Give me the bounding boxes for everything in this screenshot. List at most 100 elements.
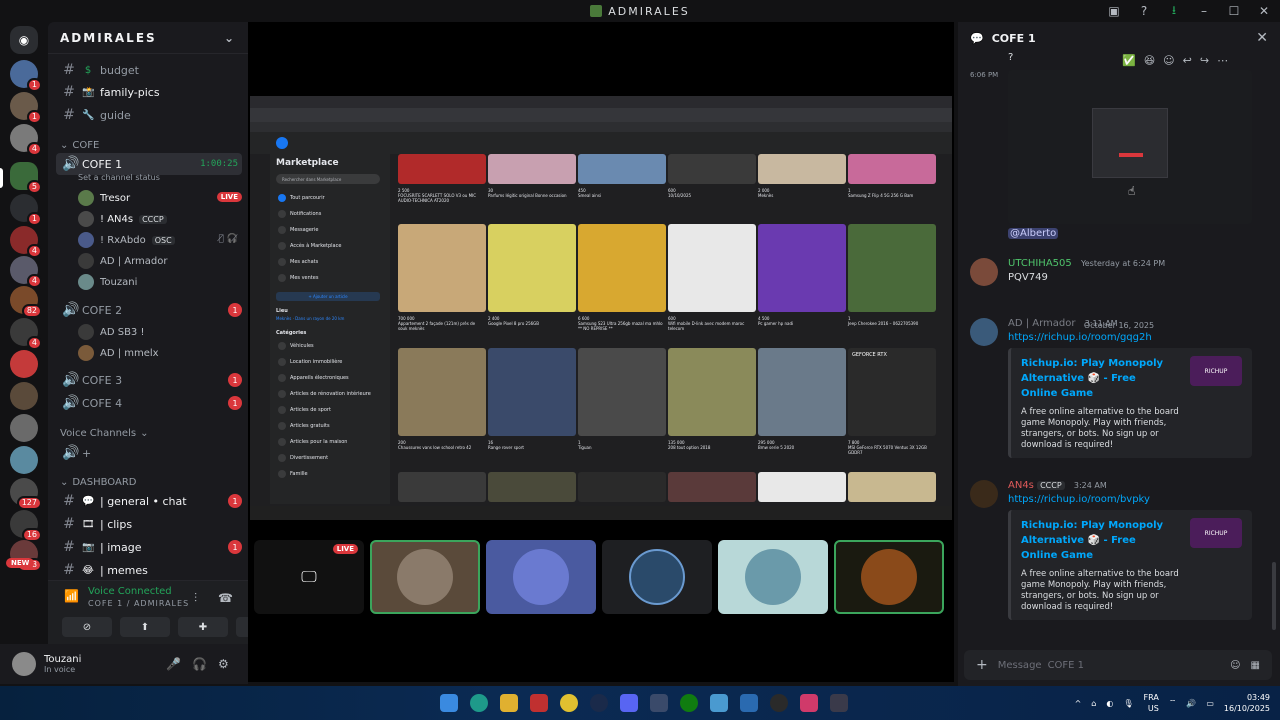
message-composer[interactable]: + Message COFE 1 ☺ ▦: [964, 650, 1272, 680]
channel-family-pics[interactable]: # 📸 family-pics: [56, 81, 242, 103]
shared-screen[interactable]: Marketplace Rechercher dans Marketplace …: [250, 96, 952, 520]
edge-icon[interactable]: [470, 694, 488, 712]
more-icon[interactable]: ⋯: [1217, 54, 1228, 67]
discord-icon[interactable]: [620, 694, 638, 712]
download-icon[interactable]: ⭳: [1166, 3, 1182, 19]
participant-tile[interactable]: [602, 540, 712, 614]
mail-icon[interactable]: [740, 694, 758, 712]
app-icon[interactable]: [800, 694, 818, 712]
server-icon-14[interactable]: 127: [10, 478, 42, 510]
screen-share-button[interactable]: ⬆: [120, 617, 170, 637]
voice-channel-cofe-3[interactable]: 🔊 COFE 3: [56, 369, 242, 391]
tray-icon[interactable]: ◐: [1106, 699, 1113, 708]
network-tray-icon[interactable]: ⌂: [1091, 699, 1096, 708]
voice-user[interactable]: ! RxAbdo OSC: [78, 230, 175, 250]
voice-user[interactable]: ! AN4s CCCP: [78, 209, 167, 229]
server-icon-3[interactable]: 4: [10, 124, 42, 156]
plus-icon[interactable]: +: [976, 657, 988, 673]
add-reaction-icon[interactable]: ☺: [1163, 54, 1174, 67]
camera-button[interactable]: ⊘: [62, 617, 112, 637]
avatar[interactable]: [12, 652, 36, 676]
minimize-button[interactable]: –: [1196, 3, 1212, 19]
xbox-icon[interactable]: [680, 694, 698, 712]
home-button[interactable]: ◉: [10, 26, 38, 54]
image-attachment[interactable]: ☝: [1008, 70, 1252, 224]
app-icon[interactable]: [530, 694, 548, 712]
channel-memes[interactable]: # 😂 | memes: [56, 559, 242, 581]
voice-channel-cofe-2[interactable]: 🔊 COFE 2: [56, 299, 242, 321]
channel-status[interactable]: Set a channel status: [78, 173, 160, 182]
app-icon[interactable]: [650, 694, 668, 712]
activities-button[interactable]: ✚: [178, 617, 228, 637]
headphones-icon[interactable]: 🎧: [192, 657, 207, 671]
server-icon-15[interactable]: 16: [10, 510, 42, 542]
embed-thumbnail[interactable]: RICHUP: [1190, 356, 1242, 386]
participant-tile[interactable]: [834, 540, 944, 614]
clock[interactable]: 03:49 16/10/2025: [1224, 692, 1270, 714]
apps-icon[interactable]: ▦: [1251, 660, 1260, 671]
voice-connected-label[interactable]: Voice Connected: [88, 586, 172, 597]
participant-tile[interactable]: [370, 540, 480, 614]
category-dashboard[interactable]: ⌄ DASHBOARD: [60, 477, 137, 488]
voice-channel-cofe-4[interactable]: 🔊 COFE 4: [56, 392, 242, 414]
server-icon-8[interactable]: 82: [10, 286, 42, 318]
voice-channel-cofe-1[interactable]: 🔊 COFE 1 1:00:25: [56, 153, 242, 175]
voice-user[interactable]: Tresor: [78, 188, 130, 208]
steam-icon[interactable]: [590, 694, 608, 712]
add-voice-channel[interactable]: 🔊 +: [56, 442, 242, 464]
server-icon-13[interactable]: [10, 446, 38, 474]
message-link[interactable]: https://richup.io/room/bvpky: [1008, 494, 1150, 505]
volume-icon[interactable]: 🔊: [1186, 699, 1196, 708]
help-icon[interactable]: ?: [1136, 3, 1152, 19]
channel-general-chat[interactable]: # 💬 | general • chat: [56, 490, 242, 512]
avatar[interactable]: [970, 318, 998, 346]
message-link[interactable]: https://richup.io/room/gqg2h: [1008, 332, 1152, 343]
server-icon-5[interactable]: 1: [10, 194, 42, 226]
author-name[interactable]: UTCHIHA505: [1008, 258, 1072, 269]
microphone-tray-icon[interactable]: 🎙: [1123, 699, 1133, 708]
start-icon[interactable]: [440, 694, 458, 712]
check-icon[interactable]: ✅: [1122, 54, 1136, 67]
participant-tile-stream[interactable]: LIVE 🖵: [254, 540, 364, 614]
channel-clips[interactable]: # 🎞 | clips: [56, 513, 242, 535]
noise-suppression-icon[interactable]: ⫶: [194, 591, 197, 606]
server-icon-11[interactable]: [10, 382, 38, 410]
maximize-button[interactable]: ☐: [1226, 3, 1242, 19]
channel-guide[interactable]: # 🔧 guide: [56, 104, 242, 126]
avatar[interactable]: [970, 258, 998, 286]
chevron-up-icon[interactable]: ^: [1075, 699, 1082, 708]
voice-user[interactable]: Touzani: [78, 272, 137, 292]
inbox-icon[interactable]: ▣: [1106, 3, 1122, 19]
file-explorer-icon[interactable]: [500, 694, 518, 712]
server-icon-1[interactable]: 1: [10, 60, 42, 92]
mention[interactable]: @Alberto: [1008, 228, 1059, 239]
avatar[interactable]: [970, 480, 998, 508]
battery-icon[interactable]: ▭: [1206, 699, 1214, 708]
server-icon-12[interactable]: [10, 414, 38, 442]
reply-icon[interactable]: ↩: [1183, 54, 1192, 67]
embed-thumbnail[interactable]: RICHUP: [1190, 518, 1242, 548]
input-language[interactable]: FRA US: [1144, 692, 1159, 714]
embed-title[interactable]: Richup.io: Play Monopoly Alternative 🎲 -…: [1021, 356, 1171, 401]
microphone-icon[interactable]: 🎤: [166, 657, 181, 671]
server-icon-7[interactable]: 4: [10, 256, 42, 288]
close-window-button[interactable]: ✕: [1256, 3, 1272, 19]
server-icon-admirales[interactable]: 5: [10, 162, 42, 194]
embed-title[interactable]: Richup.io: Play Monopoly Alternative 🎲 -…: [1021, 518, 1171, 563]
close-icon[interactable]: ✕: [1256, 30, 1268, 46]
server-icon-6[interactable]: 4: [10, 226, 42, 258]
gear-icon[interactable]: ⚙: [218, 657, 229, 671]
obs-icon[interactable]: [770, 694, 788, 712]
channel-image[interactable]: # 📷 | image: [56, 536, 242, 558]
forward-icon[interactable]: ↪: [1200, 54, 1209, 67]
app-icon[interactable]: [830, 694, 848, 712]
server-icon-10[interactable]: [10, 350, 38, 378]
notepad-icon[interactable]: [710, 694, 728, 712]
voice-user[interactable]: AD | mmelx: [78, 343, 159, 363]
category-voice-channels[interactable]: Voice Channels ⌄: [60, 428, 148, 439]
stream-stage[interactable]: Marketplace Rechercher dans Marketplace …: [248, 22, 954, 682]
chrome-icon[interactable]: [560, 694, 578, 712]
emoji-icon[interactable]: 😆: [1144, 54, 1155, 67]
participant-tile[interactable]: [486, 540, 596, 614]
voice-user[interactable]: AD | Armador: [78, 251, 168, 271]
